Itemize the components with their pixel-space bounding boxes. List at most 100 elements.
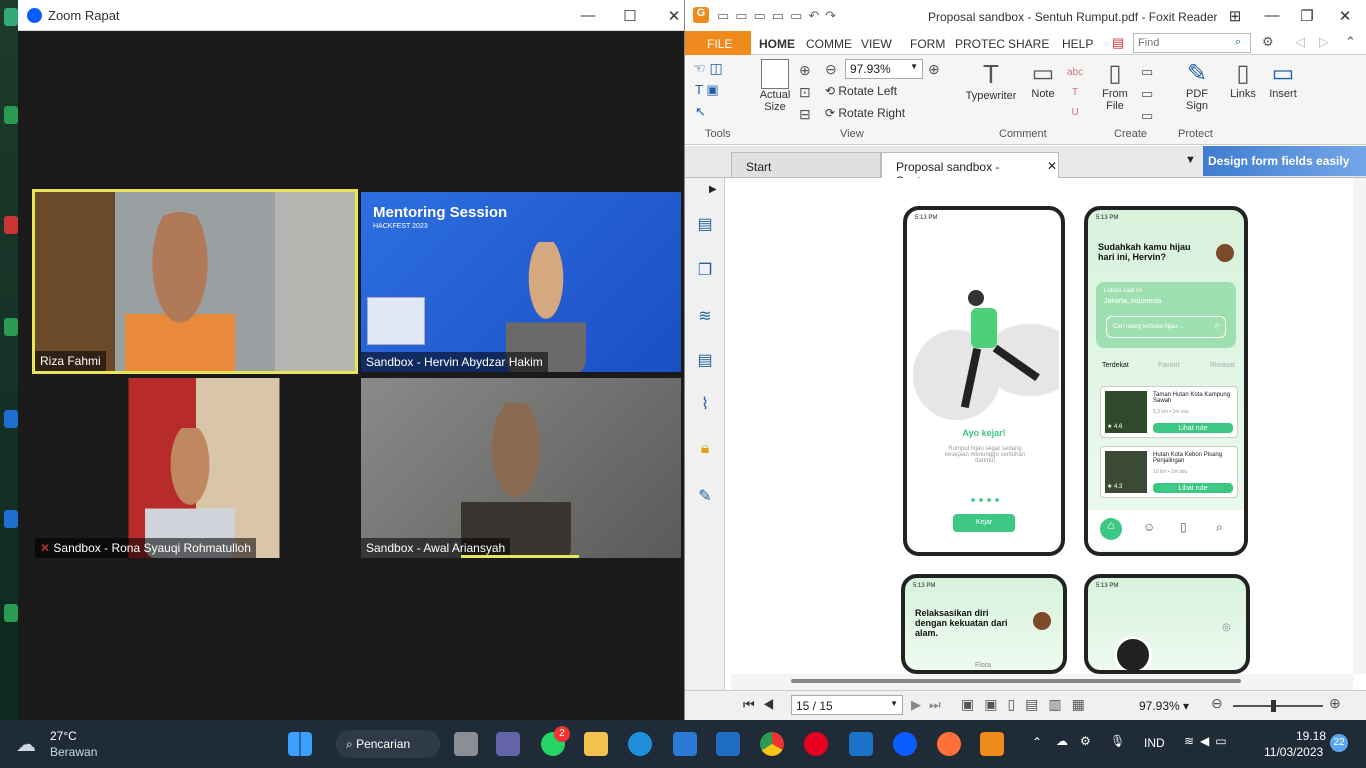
pdf-icon[interactable]: ▤ xyxy=(1112,35,1124,51)
zoom-slider[interactable] xyxy=(1233,700,1323,712)
mail-icon[interactable] xyxy=(673,732,697,756)
task-view-icon[interactable] xyxy=(454,732,478,756)
home-icon[interactable]: ⌂ xyxy=(1100,518,1122,540)
lock-icon[interactable]: 🔒︎ xyxy=(695,440,715,460)
kejar-button[interactable]: Kejar xyxy=(953,514,1015,532)
notification-badge[interactable]: 22 xyxy=(1330,734,1348,752)
weather-icon[interactable]: ☁ xyxy=(16,732,36,757)
language-indicator[interactable]: IND xyxy=(1144,736,1165,750)
first-prev-page-icons[interactable]: ⏮◀ xyxy=(743,697,782,713)
hide-icon[interactable]: ◎ xyxy=(1222,622,1231,633)
tray-app-icon[interactable]: ⚙ xyxy=(1080,734,1091,748)
menu-help[interactable]: HELP xyxy=(1062,37,1093,51)
page-layout-icons[interactable]: ▣▣▯▤▥▦ xyxy=(961,696,1095,713)
tab-document[interactable]: Proposal sandbox - Sentu... xyxy=(881,152,1059,188)
pdf-sign-button[interactable]: ✎ PDF Sign xyxy=(1175,59,1219,112)
route-button[interactable]: Lihat rute xyxy=(1153,483,1233,493)
select-text-icon[interactable]: T ▣ xyxy=(695,82,719,98)
tab-list-icon[interactable]: ▼ xyxy=(1185,154,1196,166)
close-icon[interactable]: ✕ xyxy=(664,7,684,25)
video-tile-rona[interactable]: ✕ Sandbox - Rona Syauqi Rohmatulloh xyxy=(35,378,357,558)
avatar[interactable] xyxy=(1216,244,1234,262)
video-tile-awal[interactable]: Sandbox - Awal Ariansyah xyxy=(361,378,681,558)
clock-time[interactable]: 19.18 xyxy=(1296,729,1326,743)
tab-start[interactable]: Start xyxy=(731,152,881,178)
expand-panel-icon[interactable]: ▶ xyxy=(709,184,717,195)
comments-icon[interactable]: ▤ xyxy=(695,350,715,370)
note-button[interactable]: ▭ Note xyxy=(1025,59,1061,100)
teams-icon[interactable] xyxy=(496,732,520,756)
mic-icon[interactable]: 🎙︎ xyxy=(1110,734,1125,748)
layers-icon[interactable]: ≋ xyxy=(695,306,715,326)
firefox-icon[interactable] xyxy=(937,732,961,756)
network-sound-battery-icons[interactable]: ≋◀▭ xyxy=(1184,734,1233,748)
from-file-button[interactable]: ▯ From File xyxy=(1097,59,1133,112)
signature-icon[interactable]: ✎ xyxy=(695,486,715,506)
bookmark-icon[interactable]: ▯ xyxy=(1180,520,1187,534)
minimize-icon[interactable]: — xyxy=(578,7,598,24)
search-icon[interactable]: ⌕ xyxy=(1216,520,1223,535)
find-input[interactable] xyxy=(1133,33,1251,53)
menu-protect[interactable]: PROTEC xyxy=(955,37,1005,51)
place-card[interactable]: ★ 4.6 Taman Hutan Kota Kampung Sawah 5,3… xyxy=(1100,386,1238,438)
attachment-icon[interactable]: ⌇ xyxy=(695,394,715,414)
menu-view[interactable]: VIEW xyxy=(861,37,892,51)
foxit-app-icon[interactable] xyxy=(980,732,1004,756)
minimize-icon[interactable]: — xyxy=(1262,7,1282,24)
zoom-select[interactable]: 97.93% ▼ xyxy=(845,59,923,79)
zoom-in-icon[interactable]: ⊕ xyxy=(1329,695,1341,712)
select-icon[interactable]: ↖ xyxy=(695,104,706,120)
settings-icon[interactable]: ⚙ xyxy=(1262,34,1274,50)
search-box[interactable]: ⌕ Pencarian xyxy=(336,730,440,758)
edge-icon[interactable] xyxy=(628,732,652,756)
chrome-icon[interactable] xyxy=(760,732,784,756)
expand-icon[interactable]: ⌃ xyxy=(1345,34,1356,50)
tab-favorit[interactable]: Favorit xyxy=(1158,362,1179,369)
smile-icon[interactable]: ☺ xyxy=(1143,520,1155,534)
route-button[interactable]: Lihat rute xyxy=(1153,423,1233,433)
calendar-icon[interactable] xyxy=(716,732,740,756)
status-zoom[interactable]: 97.93% ▾ xyxy=(1139,699,1189,713)
close-tab-icon[interactable]: ✕ xyxy=(1047,159,1057,173)
pinterest-icon[interactable] xyxy=(804,732,828,756)
clock-date[interactable]: 11/03/2023 xyxy=(1264,745,1323,759)
start-icon[interactable] xyxy=(288,732,312,756)
menu-file[interactable]: FILE xyxy=(707,37,732,51)
avatar[interactable] xyxy=(1033,612,1051,630)
l-app-icon[interactable] xyxy=(849,732,873,756)
actual-size-button[interactable]: Actual Size xyxy=(757,59,793,127)
close-icon[interactable]: ✕ xyxy=(1335,7,1355,25)
markup-icons[interactable]: abc T U xyxy=(1067,63,1083,123)
horizontal-scrollbar[interactable] xyxy=(731,674,1353,690)
video-tile-riza[interactable]: Riza Fahmi xyxy=(32,189,358,374)
zoom-out-icon[interactable]: ⊖ xyxy=(825,61,837,78)
next-last-page-icons[interactable]: ▶⏭ xyxy=(911,697,949,713)
rotate-left-button[interactable]: ⟲ Rotate Left xyxy=(825,84,897,98)
pages-icon[interactable]: ❐ xyxy=(695,260,715,280)
zoom-out-icon[interactable]: ⊖ xyxy=(1211,695,1223,712)
tray-chevron-icon[interactable]: ⌃ xyxy=(1032,735,1042,749)
onedrive-icon[interactable]: ☁ xyxy=(1056,734,1068,748)
menu-home[interactable]: HOME xyxy=(759,37,795,51)
nav-arrows[interactable]: ◁▷ xyxy=(1295,34,1343,50)
hand-tool-icon[interactable]: ☜ ◫ xyxy=(693,60,723,77)
ribbon-options-icon[interactable]: ⊞ xyxy=(1225,7,1245,25)
insert-button[interactable]: ▭ Insert xyxy=(1265,59,1301,100)
links-button[interactable]: ▯ Links xyxy=(1225,59,1261,100)
place-card[interactable]: ★ 4.3 Hutan Kota Kebon Pisang Penjalinga… xyxy=(1100,446,1238,498)
menu-share[interactable]: SHARE xyxy=(1008,37,1049,51)
restore-icon[interactable]: ❐ xyxy=(1297,7,1317,25)
menu-comment[interactable]: COMME xyxy=(806,37,852,51)
tab-terdekat[interactable]: Terdekat xyxy=(1102,362,1129,369)
file-explorer-icon[interactable] xyxy=(584,732,608,756)
page-input[interactable]: 15 / 15 ▼ xyxy=(791,695,903,715)
bookmark-icon[interactable]: ▤ xyxy=(695,214,715,234)
create-icons[interactable]: ▭ ▭ ▭ xyxy=(1141,61,1153,127)
rotate-right-button[interactable]: ⟳ Rotate Right xyxy=(825,106,905,120)
quick-access-icons[interactable]: ▭▭▭▭▭↶↷ xyxy=(717,8,842,24)
tab-riwayat[interactable]: Riwayat xyxy=(1210,362,1235,369)
ad-banner[interactable]: Design form fields easily xyxy=(1203,146,1366,176)
flora-dropdown[interactable]: Flora xyxy=(975,662,991,669)
typewriter-button[interactable]: T Typewriter xyxy=(961,59,1021,102)
place-search-input[interactable]: Cari ruang terbuka hijau ... ⌕ xyxy=(1106,316,1226,338)
